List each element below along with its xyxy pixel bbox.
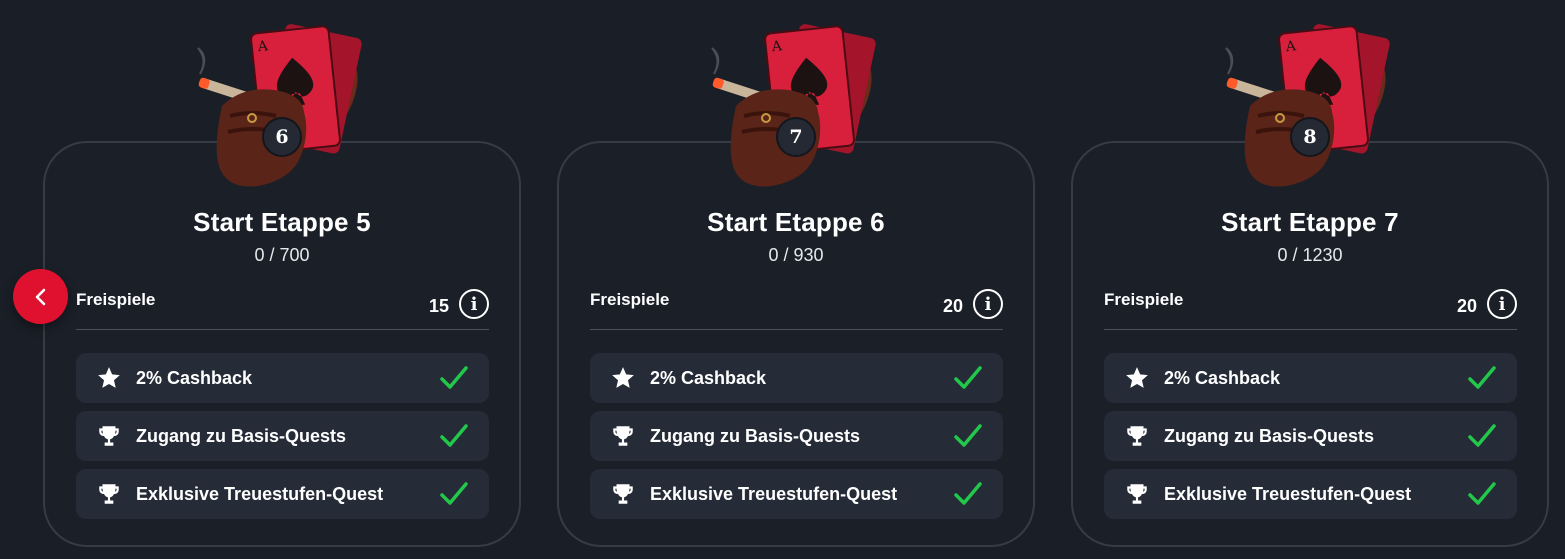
star-icon [1124,365,1150,391]
trophy-icon [96,423,122,449]
check-icon [953,422,983,450]
chevron-left-icon [35,288,45,305]
freispiele-row: Freispiele 15 i [76,287,489,330]
perk-cashback: 2% Cashback [590,353,1003,403]
perk-basis-quests: Zugang zu Basis-Quests [590,411,1003,461]
perk-cashback: 2% Cashback [76,353,489,403]
perk-exclusive-quest: Exklusive Treuestufen-Quest [590,469,1003,519]
check-icon [439,364,469,392]
check-icon [953,480,983,508]
freispiele-label: Freispiele [1104,290,1184,309]
card-hand-illustration: A [192,24,372,194]
level-badge: 8 [1290,117,1330,157]
perk-exclusive-quest: Exklusive Treuestufen-Quest [76,469,489,519]
freispiele-label: Freispiele [76,290,156,309]
perk-label: 2% Cashback [650,368,767,388]
check-icon [1467,422,1497,450]
perk-basis-quests: Zugang zu Basis-Quests [76,411,489,461]
card-title: Start Etappe 7 [1221,207,1399,237]
info-icon[interactable]: i [459,289,489,319]
perk-label: 2% Cashback [1164,368,1281,388]
perk-label: Zugang zu Basis-Quests [1164,426,1375,446]
perk-label: Exklusive Treuestufen-Quest [1164,484,1412,504]
card-progress: 0 / 930 [768,245,824,265]
level-card: Start Etappe 7 0 / 1230 Freispiele 20 i … [1071,141,1549,547]
info-icon[interactable]: i [1487,289,1517,319]
check-icon [1467,480,1497,508]
freispiele-value: 20 [942,296,963,316]
freispiele-row: Freispiele 20 i [590,287,1003,330]
level-card: Start Etappe 5 0 / 700 Freispiele 15 i 2… [43,141,521,547]
trophy-icon [610,481,636,507]
prev-button[interactable] [13,269,68,324]
freispiele-label: Freispiele [590,290,670,309]
card-hand-illustration: A [706,24,886,194]
level-badge: 7 [776,117,816,157]
card-title: Start Etappe 5 [193,207,371,237]
level-badge: 6 [262,117,302,157]
trophy-icon [610,423,636,449]
perk-basis-quests: Zugang zu Basis-Quests [1104,411,1517,461]
star-icon [96,365,122,391]
check-icon [439,480,469,508]
perk-label: Exklusive Treuestufen-Quest [650,484,898,504]
card-hand-illustration: A [1220,24,1400,194]
info-icon[interactable]: i [973,289,1003,319]
trophy-icon [1124,481,1150,507]
trophy-icon [1124,423,1150,449]
perk-label: Exklusive Treuestufen-Quest [136,484,384,504]
freispiele-value: 20 [1456,296,1477,316]
check-icon [439,422,469,450]
card-title: Start Etappe 6 [707,207,885,237]
card-progress: 0 / 1230 [1277,245,1343,265]
perk-label: Zugang zu Basis-Quests [136,426,347,446]
freispiele-row: Freispiele 20 i [1104,287,1517,330]
perk-cashback: 2% Cashback [1104,353,1517,403]
perk-label: Zugang zu Basis-Quests [650,426,861,446]
level-card: Start Etappe 6 0 / 930 Freispiele 20 i 2… [557,141,1035,547]
check-icon [1467,364,1497,392]
perk-label: 2% Cashback [136,368,253,388]
check-icon [953,364,983,392]
loyalty-levels-carousel: Start Etappe 5 0 / 700 Freispiele 15 i 2… [0,0,1565,559]
trophy-icon [96,481,122,507]
freispiele-value: 15 [428,296,449,316]
perk-exclusive-quest: Exklusive Treuestufen-Quest [1104,469,1517,519]
star-icon [610,365,636,391]
card-progress: 0 / 700 [254,245,310,265]
